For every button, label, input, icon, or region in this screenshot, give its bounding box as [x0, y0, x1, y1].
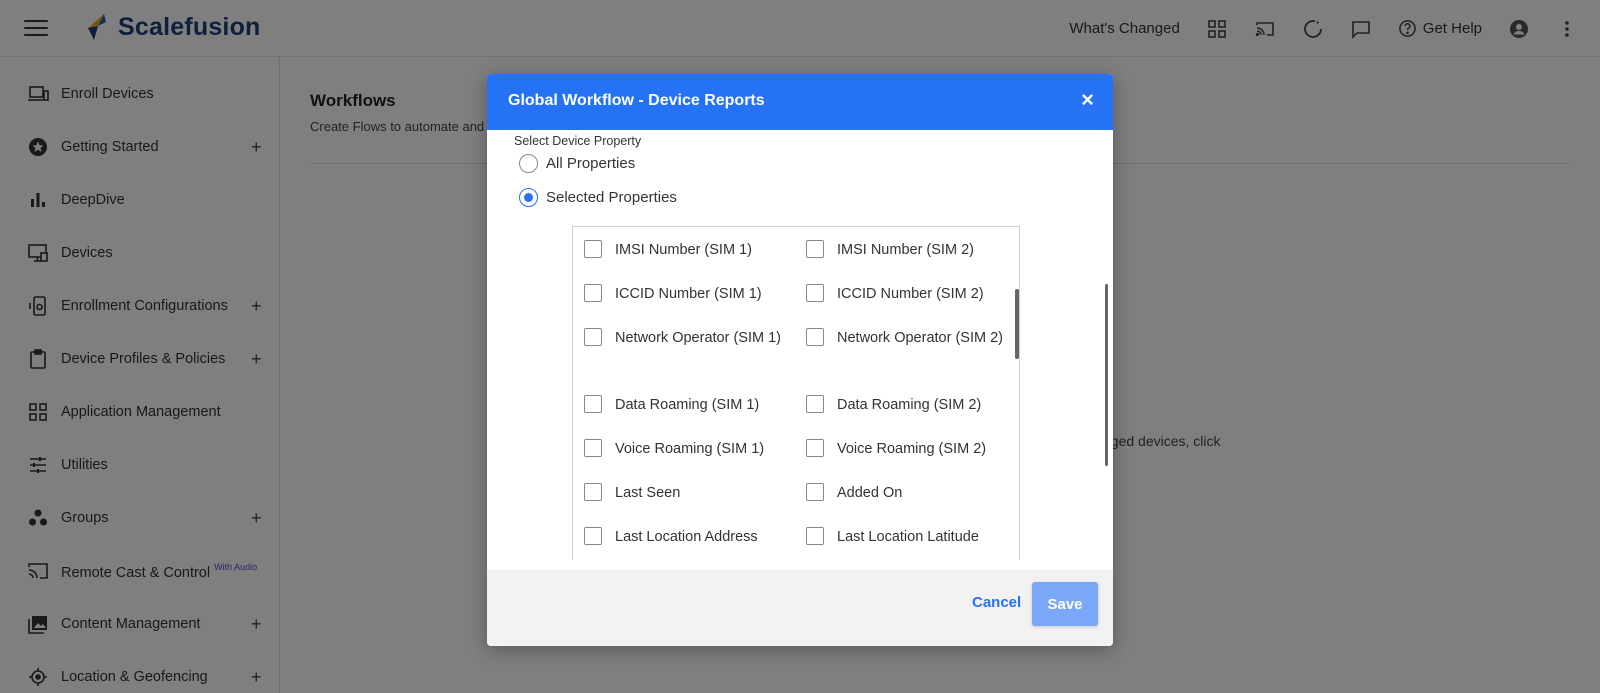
select-property-label: Select Device Property [514, 134, 642, 148]
checkbox[interactable] [806, 439, 824, 457]
dialog-header: Global Workflow - Device Reports × [487, 74, 1113, 130]
radio-button[interactable] [519, 154, 538, 173]
property-iccid-sim1[interactable]: ICCID Number (SIM 1) [584, 283, 784, 306]
property-data-roaming-sim1[interactable]: Data Roaming (SIM 1) [584, 394, 784, 417]
checkbox[interactable] [584, 439, 602, 457]
checkbox[interactable] [806, 328, 824, 346]
device-reports-dialog: Global Workflow - Device Reports × Selec… [487, 74, 1113, 646]
property-label: Added On [837, 485, 903, 501]
property-label: ICCID Number (SIM 1) [615, 286, 762, 302]
properties-scrollbar[interactable] [1015, 289, 1019, 359]
property-label: Last Location Address [615, 529, 758, 545]
property-iccid-sim2[interactable]: ICCID Number (SIM 2) [806, 283, 1006, 306]
property-label: Last Seen [615, 485, 681, 501]
checkbox[interactable] [584, 395, 602, 413]
radio-all-properties[interactable]: All Properties [519, 154, 635, 173]
checkbox[interactable] [584, 284, 602, 302]
checkbox[interactable] [806, 527, 824, 545]
property-label: Voice Roaming (SIM 2) [837, 441, 987, 457]
checkbox[interactable] [806, 395, 824, 413]
checkbox[interactable] [806, 284, 824, 302]
dialog-title: Global Workflow - Device Reports [508, 92, 765, 109]
save-button[interactable]: Save [1032, 582, 1098, 626]
checkbox[interactable] [806, 240, 824, 258]
property-last-location-latitude[interactable]: Last Location Latitude [806, 526, 1006, 549]
property-label: ICCID Number (SIM 2) [837, 286, 984, 302]
property-label: Data Roaming (SIM 2) [837, 397, 982, 413]
dialog-body[interactable]: Select Device Property All Properties Se… [487, 130, 1113, 560]
property-data-roaming-sim2[interactable]: Data Roaming (SIM 2) [806, 394, 1006, 417]
close-icon[interactable]: × [1081, 87, 1094, 113]
dialog-scrollbar[interactable] [1105, 284, 1108, 466]
property-label: Voice Roaming (SIM 1) [615, 441, 765, 457]
checkbox[interactable] [584, 328, 602, 346]
property-label: IMSI Number (SIM 1) [615, 242, 752, 258]
radio-label: All Properties [546, 155, 636, 172]
property-label: IMSI Number (SIM 2) [837, 242, 974, 258]
radio-selected-properties[interactable]: Selected Properties [519, 188, 677, 207]
checkbox[interactable] [584, 527, 602, 545]
property-voice-roaming-sim1[interactable]: Voice Roaming (SIM 1) [584, 438, 784, 461]
property-label: Network Operator (SIM 2) [837, 330, 1003, 346]
property-label: Network Operator (SIM 1) [615, 330, 781, 346]
radio-label: Selected Properties [546, 189, 677, 206]
property-label: Data Roaming (SIM 1) [615, 397, 760, 413]
property-imsi-sim1[interactable]: IMSI Number (SIM 1) [584, 239, 784, 262]
properties-list[interactable]: IMSI Number (SIM 1) IMSI Number (SIM 2) … [572, 226, 1020, 560]
cancel-button[interactable]: Cancel [972, 594, 1021, 611]
dialog-footer: Cancel Save [487, 570, 1113, 646]
property-network-operator-sim2[interactable]: Network Operator (SIM 2) [806, 327, 1006, 350]
property-label: Last Location Latitude [837, 529, 979, 545]
property-added-on[interactable]: Added On [806, 482, 1006, 505]
checkbox[interactable] [806, 483, 824, 501]
radio-button[interactable] [519, 188, 538, 207]
property-network-operator-sim1[interactable]: Network Operator (SIM 1) [584, 327, 784, 350]
checkbox[interactable] [584, 483, 602, 501]
property-last-location-address[interactable]: Last Location Address [584, 526, 784, 549]
property-voice-roaming-sim2[interactable]: Voice Roaming (SIM 2) [806, 438, 1006, 461]
property-imsi-sim2[interactable]: IMSI Number (SIM 2) [806, 239, 1006, 262]
checkbox[interactable] [584, 240, 602, 258]
property-last-seen[interactable]: Last Seen [584, 482, 784, 505]
